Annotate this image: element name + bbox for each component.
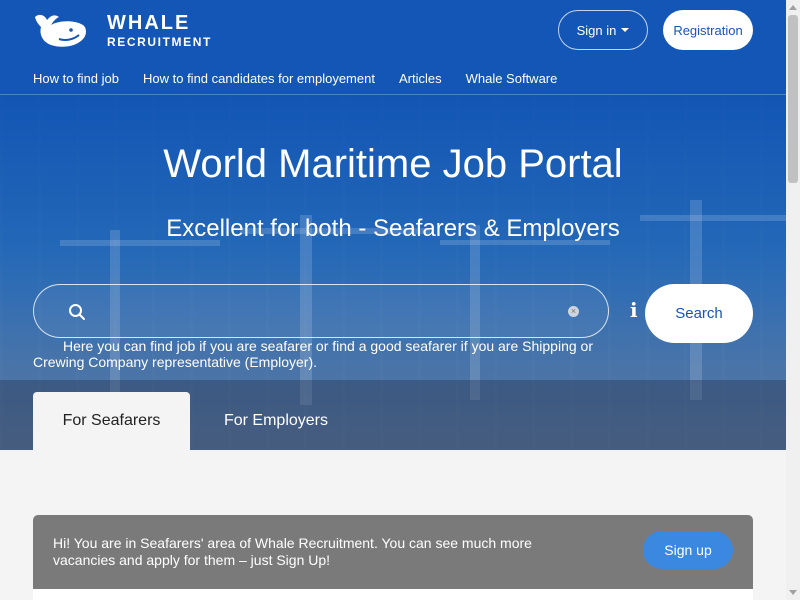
brand-title: WHALE: [107, 11, 191, 34]
main-nav: How to find job How to find candidates f…: [33, 71, 581, 86]
page-title: World Maritime Job Portal: [163, 142, 623, 186]
content-panel: [33, 589, 753, 600]
registration-button[interactable]: Registration: [663, 10, 753, 50]
scroll-down-icon[interactable]: [789, 590, 797, 595]
search-box: ×: [33, 284, 609, 338]
logo[interactable]: WHALE RECRUITMENT: [33, 11, 212, 49]
brand-subtitle: RECRUITMENT: [107, 34, 212, 49]
scroll-up-icon[interactable]: [789, 5, 797, 10]
page-subtitle: Excellent for both - Seafarers & Employe…: [166, 215, 620, 242]
nav-item-how-to-find-job[interactable]: How to find job: [33, 71, 119, 86]
nav-item-whale-software[interactable]: Whale Software: [466, 71, 558, 86]
clear-icon[interactable]: ×: [568, 306, 579, 317]
signin-label: Sign in: [576, 22, 617, 38]
site-header: WHALE RECRUITMENT Sign in Registration H…: [0, 0, 786, 95]
search-input[interactable]: [98, 295, 558, 329]
whale-icon: [35, 14, 86, 47]
search-button[interactable]: Search: [645, 284, 753, 343]
seafarer-notice: Hi! You are in Seafarers' area of Whale …: [33, 515, 753, 589]
scrollbar[interactable]: [786, 0, 800, 600]
scroll-thumb[interactable]: [788, 15, 798, 183]
search-icon: [69, 304, 85, 320]
nav-item-how-to-find-candidates[interactable]: How to find candidates for employement: [143, 71, 375, 86]
caret-down-icon: [621, 28, 630, 32]
search-hint: Here you can find job if you are seafare…: [33, 338, 593, 370]
nav-item-articles[interactable]: Articles: [399, 71, 442, 86]
notice-text: Hi! You are in Seafarers' area of Whale …: [53, 535, 532, 568]
tab-for-seafarers[interactable]: For Seafarers: [33, 392, 190, 450]
tab-for-employers[interactable]: For Employers: [205, 392, 347, 450]
info-icon[interactable]: i: [630, 298, 638, 322]
signin-button[interactable]: Sign in: [558, 10, 648, 50]
signup-button[interactable]: Sign up: [643, 531, 733, 569]
